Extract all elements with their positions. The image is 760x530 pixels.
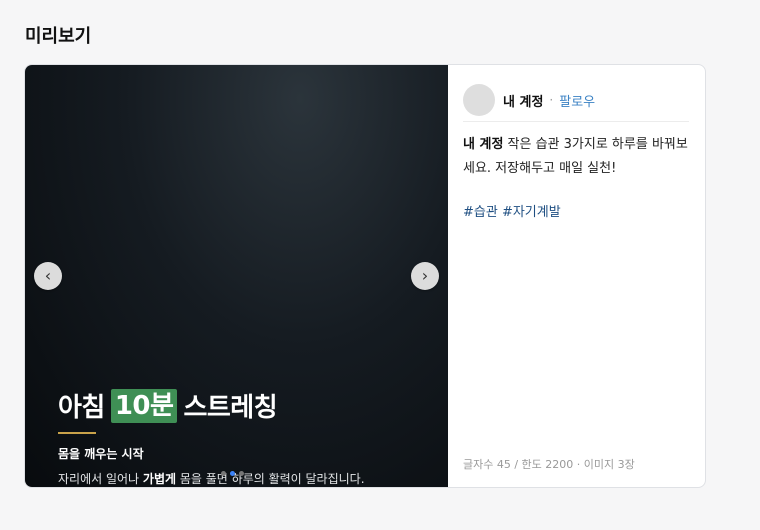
headline-highlight: 10분: [110, 388, 178, 423]
slide-headline: 아침 10분 스트레칭: [58, 387, 278, 424]
caption-account: 내 계정: [463, 137, 504, 152]
carousel-dot[interactable]: [221, 471, 226, 476]
post-stats: 글자수 45 / 한도 2200 · 이미지 3장: [463, 458, 635, 471]
post-header: 내 계정 · 팔로우: [463, 79, 689, 122]
accent-divider: [58, 432, 96, 434]
carousel-dot[interactable]: [239, 471, 244, 476]
headline-text-start: 아침: [58, 393, 105, 423]
post-details: 내 계정 · 팔로우 내 계정 작은 습관 3가지로 하루를 바꿔보세요. 저장…: [448, 65, 705, 487]
chevron-right-icon: ›: [421, 266, 429, 285]
post-hashtags[interactable]: #습관 #자기계발: [463, 201, 561, 220]
preview-title: 미리보기: [25, 26, 92, 47]
chevron-left-icon: ‹: [44, 266, 52, 285]
desc-text-end: 몸을 풀면 하루의 활력이 달라집니다.: [176, 472, 365, 486]
desc-bold-text: 가볍게: [142, 472, 177, 486]
post-caption: 내 계정 작은 습관 3가지로 하루를 바꿔보세요. 저장해두고 매일 실천!: [463, 133, 689, 181]
slide-subheadline: 몸을 깨우는 시작: [58, 447, 144, 461]
desc-text-start: 자리에서 일어나: [58, 472, 143, 486]
slide-description: 자리에서 일어나 가볍게 몸을 풀면 하루의 활력이 달라집니다.: [58, 470, 365, 487]
carousel-pagination: [221, 471, 244, 476]
follow-button[interactable]: 팔로우: [559, 91, 595, 110]
carousel-dot[interactable]: [230, 471, 235, 476]
headline-text-end: 스트레칭: [183, 393, 278, 423]
carousel-image: ‹ › 아침 10분 스트레칭 몸을 깨우는 시작 자리에서 일어나 가볍게 몸…: [25, 65, 448, 487]
account-name[interactable]: 내 계정: [503, 91, 543, 110]
post-preview-card: ‹ › 아침 10분 스트레칭 몸을 깨우는 시작 자리에서 일어나 가볍게 몸…: [24, 64, 706, 488]
separator-dot: ·: [549, 93, 554, 107]
carousel-prev-button[interactable]: ‹: [34, 262, 62, 290]
avatar[interactable]: [463, 84, 495, 116]
carousel-next-button[interactable]: ›: [411, 262, 439, 290]
